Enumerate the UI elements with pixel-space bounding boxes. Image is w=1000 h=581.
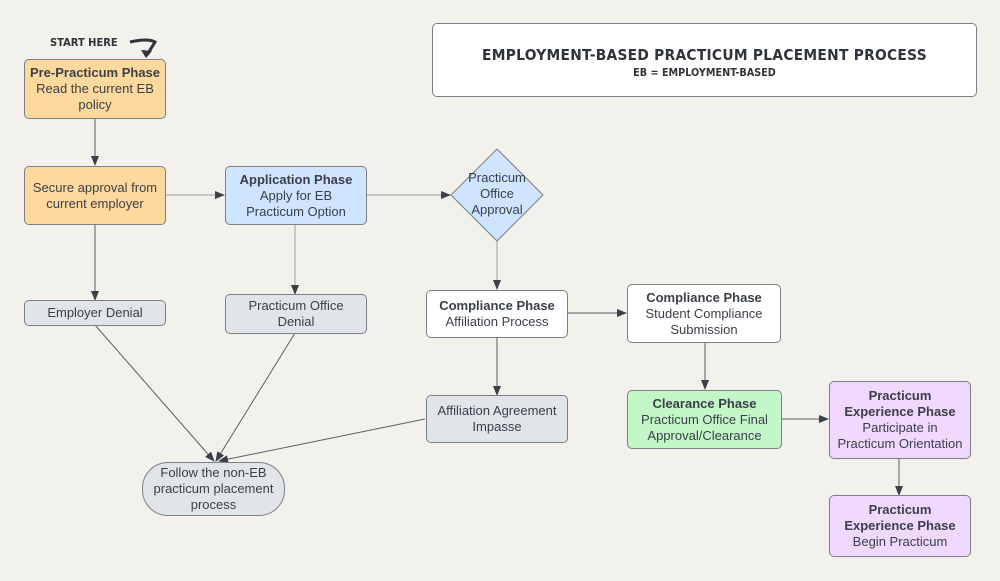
node-text: Affiliation Process xyxy=(445,314,549,329)
node-title: Clearance Phase xyxy=(652,395,757,411)
diagram-subtitle: EB = EMPLOYMENT-BASED xyxy=(633,67,776,79)
label-line: Office xyxy=(480,186,514,201)
node-text: Affiliation Agreement Impasse xyxy=(437,403,557,434)
node-title: Practicum Experience Phase xyxy=(844,502,956,533)
label-line: Practicum xyxy=(468,170,526,185)
node-text: Participate in Practicum Orientation xyxy=(837,420,963,451)
label-line: Approval xyxy=(471,202,523,217)
node-experience-begin: Practicum Experience Phase Begin Practic… xyxy=(829,495,971,557)
node-title: Compliance Phase xyxy=(646,289,762,305)
start-here-label: START HERE xyxy=(50,36,118,49)
node-title: Pre-Practicum Phase xyxy=(29,65,161,80)
node-non-eb-process: Follow the non-EB practicum placement pr… xyxy=(142,462,285,516)
start-here-arrow xyxy=(129,38,158,56)
node-text: Student Compliance Submission xyxy=(645,305,763,337)
node-text: Begin Practicum xyxy=(852,534,948,549)
node-employer-denial: Employer Denial xyxy=(24,300,166,326)
edge-impasse-to-non-eb xyxy=(218,418,426,464)
node-clearance-phase: Clearance Phase Practicum Office Final A… xyxy=(627,390,782,449)
node-title: Practicum Experience Phase xyxy=(844,388,956,419)
node-office-approval-label: Practicum Office Approval xyxy=(447,170,547,218)
node-secure-approval: Secure approval from current employer xyxy=(24,166,166,225)
node-title: Compliance Phase xyxy=(439,298,555,313)
node-text: Read the current EB policy xyxy=(36,81,154,112)
node-text: Secure approval from current employer xyxy=(32,179,158,211)
diagram-title-box: EMPLOYMENT-BASED PRACTICUM PLACEMENT PRO… xyxy=(432,23,977,97)
node-office-denial: Practicum Office Denial xyxy=(225,294,367,334)
node-compliance-affiliation: Compliance Phase Affiliation Process xyxy=(426,290,568,338)
node-text: Employer Denial xyxy=(47,305,143,320)
node-compliance-student: Compliance Phase Student Compliance Subm… xyxy=(627,284,781,343)
diagram-title: EMPLOYMENT-BASED PRACTICUM PLACEMENT PRO… xyxy=(482,46,927,64)
node-pre-practicum: Pre-Practicum Phase Read the current EB … xyxy=(24,59,166,119)
node-text: Follow the non-EB practicum placement pr… xyxy=(153,465,274,512)
node-text: Apply for EB Practicum Option xyxy=(246,187,346,219)
node-text: Practicum Office Denial xyxy=(248,298,344,329)
node-title: Application Phase xyxy=(239,171,353,187)
node-application-phase: Application Phase Apply for EB Practicum… xyxy=(225,166,367,225)
edge-employer-denial-to-non-eb xyxy=(94,324,215,462)
node-experience-orientation: Practicum Experience Phase Participate i… xyxy=(829,381,971,459)
node-affiliation-impasse: Affiliation Agreement Impasse xyxy=(426,395,568,443)
node-text: Practicum Office Final Approval/Clearanc… xyxy=(641,411,768,443)
edge-office-denial-to-non-eb xyxy=(215,332,296,462)
